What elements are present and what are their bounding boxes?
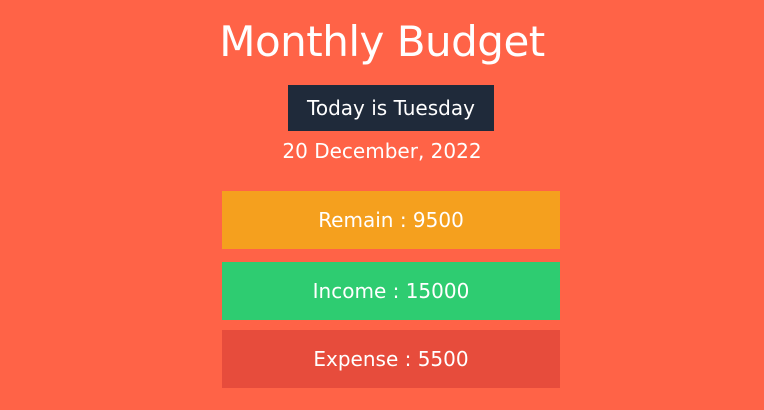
date-display: 20 December, 2022 [282,139,482,163]
day-badge: Today is Tuesday [288,85,494,131]
page-title: Monthly Budget [219,17,545,66]
expense-panel: Expense : 5500 [222,330,560,388]
income-panel: Income : 15000 [222,262,560,320]
remain-panel: Remain : 9500 [222,191,560,249]
